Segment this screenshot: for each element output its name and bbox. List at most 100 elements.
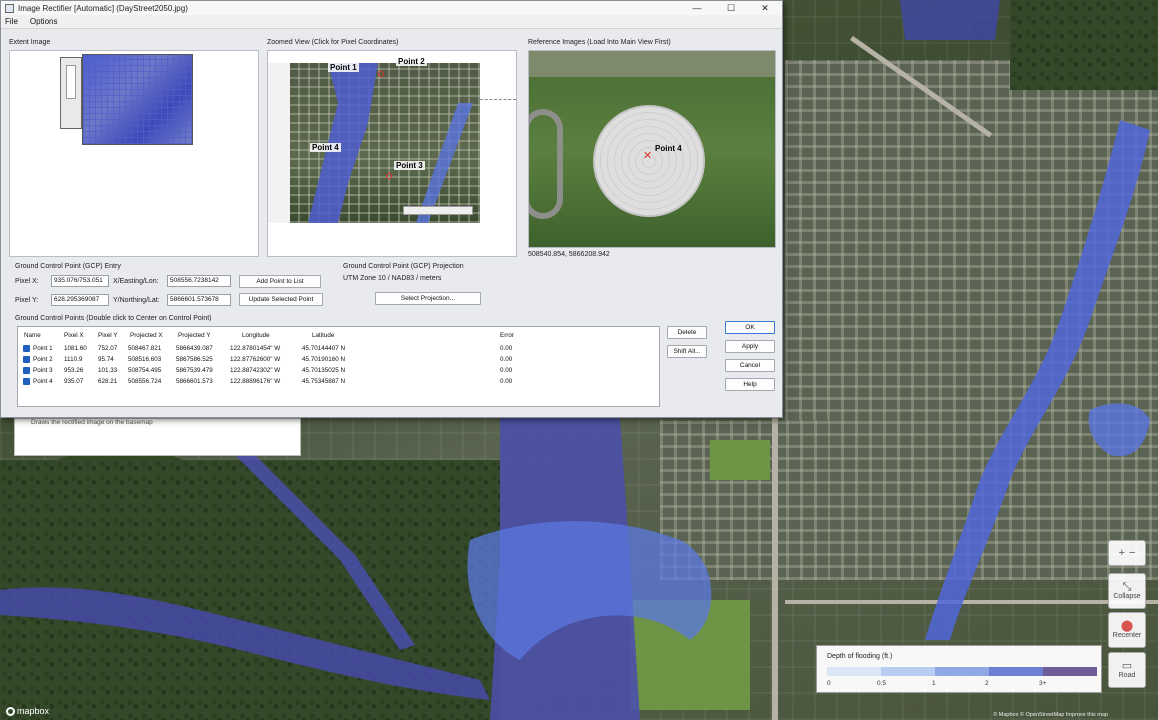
column-header[interactable]: Projected Y	[178, 332, 210, 339]
select-projection-button[interactable]: Select Projection...	[375, 292, 481, 305]
row-checkbox[interactable]	[23, 345, 30, 352]
flood-creek-west	[220, 440, 415, 650]
reference-point-label: Point 4	[655, 144, 682, 153]
legend-tick: 1	[932, 680, 936, 687]
reference-coordinates: 508540.854, 5866208.942	[528, 251, 610, 258]
table-cell: 45.70190160 N	[302, 356, 346, 363]
legend-segment	[989, 667, 1043, 676]
legend-color-bar	[827, 667, 1097, 676]
zoom-point-marker	[386, 173, 392, 179]
table-cell: 0.00	[500, 378, 513, 385]
close-button[interactable]: ✕	[748, 1, 782, 15]
table-cell: 0.00	[500, 356, 513, 363]
image-rectifier-dialog: Image Rectifier [Automatic] (DayStreet20…	[0, 0, 783, 418]
table-cell: 45.70144407 N	[302, 345, 346, 352]
table-cell: 122.88742302" W	[230, 367, 281, 374]
road-label: Road	[1118, 672, 1136, 679]
table-row[interactable]: Point 3 953.26 101.33 508754.495 5867539…	[18, 366, 658, 376]
table-cell: 122.88896176" W	[230, 378, 281, 385]
legend-segment	[935, 667, 989, 676]
map-attribution[interactable]: © Mapbox © OpenStreetMap Improve this ma…	[993, 712, 1108, 718]
zoom-out-button[interactable]: −	[1129, 547, 1135, 559]
pixel-y-input[interactable]: 628.295369087	[51, 294, 109, 306]
zoom-point-marker	[378, 71, 384, 77]
minimize-button[interactable]: —	[680, 1, 714, 15]
reference-image-pane[interactable]: Point 4 ✕	[528, 50, 776, 248]
scale-bar	[403, 206, 473, 215]
road-style-button[interactable]: ▭ Road	[1108, 652, 1146, 688]
menu-options[interactable]: Options	[30, 17, 58, 26]
zoom-in-button[interactable]: +	[1119, 547, 1125, 559]
easting-label: X/Easting/Lon:	[113, 278, 159, 285]
column-header[interactable]: Longitude	[242, 332, 270, 339]
zoomed-left-strip	[268, 63, 290, 223]
table-row[interactable]: Point 1 1081.60 752.07 508467.821 586643…	[18, 344, 658, 354]
legend-segment	[827, 667, 881, 676]
row-checkbox[interactable]	[23, 356, 30, 363]
layer-info-panel: Draws the rectified image on the basemap	[14, 418, 301, 456]
window-title: Image Rectifier [Automatic] (DayStreet20…	[18, 3, 188, 13]
maximize-button[interactable]: ☐	[714, 1, 748, 15]
column-header[interactable]: Latitude	[312, 332, 334, 339]
flood-patch-east	[1088, 403, 1150, 457]
gcp-table-heading: Ground Control Points (Double click to C…	[15, 315, 212, 322]
mapbox-logo-icon	[6, 706, 15, 716]
menu-file[interactable]: File	[5, 17, 18, 26]
table-cell: 122.87762600" W	[230, 356, 281, 363]
shift-all-button[interactable]: Shift All...	[667, 345, 707, 358]
add-point-button[interactable]: Add Point to List	[239, 275, 321, 288]
column-header[interactable]: Error	[500, 332, 514, 339]
projection-value: UTM Zone 10 / NAD83 / meters	[343, 275, 442, 282]
column-header[interactable]: Pixel Y	[98, 332, 117, 339]
gcp-table[interactable]: Name Pixel X Pixel Y Projected X Project…	[17, 326, 660, 407]
northing-input[interactable]: 5866601.573678	[167, 294, 231, 306]
row-checkbox[interactable]	[23, 367, 30, 374]
table-row[interactable]: Point 4 935.07 628.21 508556.724 5866601…	[18, 377, 658, 387]
easting-input[interactable]: 508556.7238142	[167, 275, 231, 287]
title-bar[interactable]: Image Rectifier [Automatic] (DayStreet20…	[1, 1, 782, 15]
collapse-icon: ⤡	[1122, 581, 1132, 593]
collapse-button[interactable]: ⤡ Collapse	[1108, 573, 1146, 609]
zoom-point-1-label: Point 1	[328, 63, 359, 72]
extent-grid-image	[82, 54, 193, 145]
table-cell: 508754.495	[128, 367, 162, 374]
column-header[interactable]: Name	[24, 332, 41, 339]
ok-button[interactable]: OK	[725, 321, 775, 334]
cancel-button[interactable]: Cancel	[725, 359, 775, 372]
table-cell: 95.74	[98, 356, 114, 363]
table-cell: 45.75345887 N	[302, 378, 346, 385]
projection-heading: Ground Control Point (GCP) Projection	[343, 263, 464, 270]
apply-button[interactable]: Apply	[725, 340, 775, 353]
zoomed-view-label: Zoomed View (Click for Pixel Coordinates…	[267, 39, 399, 46]
reference-track	[529, 109, 563, 219]
table-row[interactable]: Point 2 1110.9 95.74 508516.603 5867586.…	[18, 355, 658, 365]
table-cell: 45.70135025 N	[302, 367, 346, 374]
location-pin-icon: ⬤	[1120, 620, 1134, 632]
reference-images-label: Reference Images (Load Into Main View Fi…	[528, 39, 671, 46]
table-cell: 1081.60	[64, 345, 87, 352]
legend-title: Depth of flooding (ft.)	[827, 653, 893, 660]
mapbox-logo[interactable]: mapbox	[6, 706, 49, 716]
row-checkbox[interactable]	[23, 378, 30, 385]
delete-button[interactable]: Delete	[667, 326, 707, 339]
zoomed-view-pane[interactable]: Point 1 Point 2 Point 3 Point 4	[267, 50, 517, 257]
pixel-x-input[interactable]: 935.076/753.051	[51, 275, 109, 287]
recenter-button[interactable]: ⬤ Recenter	[1108, 612, 1146, 648]
legend-tick: 3+	[1039, 680, 1047, 687]
table-cell: 935.07	[64, 378, 84, 385]
table-cell: Point 4	[33, 378, 53, 385]
column-header[interactable]: Pixel X	[64, 332, 84, 339]
zoomed-flood-overlay	[308, 63, 473, 223]
pixel-y-label: Pixel Y:	[15, 297, 39, 304]
flood-river-west	[0, 587, 490, 700]
table-cell: 5866439.087	[176, 345, 213, 352]
extent-thumbnail-inset	[66, 65, 76, 99]
northing-label: Y/Northing/Lat:	[113, 297, 160, 304]
extent-image-pane[interactable]	[9, 50, 259, 257]
table-cell: 953.26	[64, 367, 84, 374]
help-button[interactable]: Help	[725, 378, 775, 391]
column-header[interactable]: Projected X	[130, 332, 163, 339]
update-selected-point-button[interactable]: Update Selected Point	[239, 293, 323, 306]
legend-tick: 0.5	[877, 680, 887, 687]
collapse-label: Collapse	[1113, 593, 1141, 600]
